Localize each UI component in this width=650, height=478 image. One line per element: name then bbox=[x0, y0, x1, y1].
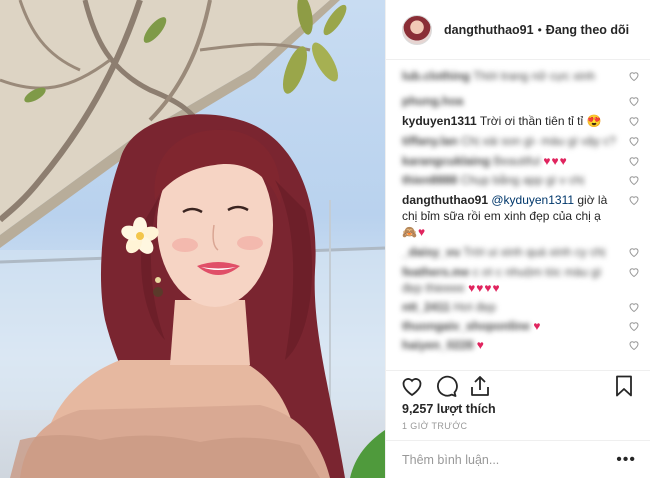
comment-body-blurred: thuongaiv_shoponline bbox=[402, 319, 530, 333]
comment-item: feathers.me c ơi c nhuộm tóc màu gì đẹp … bbox=[402, 264, 640, 296]
comment-item: karangcuklaing Beautiful ♥♥♥ bbox=[402, 153, 640, 169]
small-heart-icon[interactable] bbox=[628, 266, 640, 278]
comment-username[interactable]: kyduyen1311 bbox=[402, 114, 477, 128]
comment-emoji: ♥ bbox=[533, 319, 542, 333]
comment-mention[interactable]: @kyduyen1311 bbox=[491, 193, 574, 207]
comment-body-blurred: haiyen_0228 bbox=[402, 338, 474, 352]
comment-body-blurred: feathers.me c ơi c nhuộm tóc màu gì đẹp … bbox=[402, 265, 602, 295]
comment-body-blurred: tiffany.lan Chị xài son gì- màu gì vậy c… bbox=[402, 134, 616, 148]
comment-emoji: ♥ bbox=[476, 338, 485, 352]
heart-outline-icon[interactable] bbox=[400, 374, 424, 398]
comment-item: kyduyen1311 Trời ơi thần tiên tỉ tỉ 😍 bbox=[402, 113, 640, 129]
comment-emoji: ♥♥♥♥ bbox=[468, 281, 501, 295]
comment-item: thuongaiv_shoponline ♥ bbox=[402, 318, 640, 334]
comment-item: ntt_2411 Hơi đẹp bbox=[402, 299, 640, 315]
post-side-panel: dangthuthao91 • Đang theo dõi lub.clothi… bbox=[385, 0, 650, 478]
comment-text: Trời ơi thần tiên tỉ tỉ bbox=[479, 114, 584, 128]
post-photo[interactable] bbox=[0, 0, 385, 478]
likes-count[interactable]: 9,257 lượt thích bbox=[402, 402, 496, 416]
small-heart-icon[interactable] bbox=[628, 135, 640, 147]
comment-emoji: ♥♥♥ bbox=[543, 154, 568, 168]
header-separator: • bbox=[537, 22, 542, 37]
header-username[interactable]: dangthuthao91 bbox=[444, 23, 534, 37]
small-heart-icon[interactable] bbox=[628, 115, 640, 127]
share-upload-icon[interactable] bbox=[468, 374, 492, 398]
comment-body-blurred: phung.hoa bbox=[402, 94, 464, 108]
small-heart-icon[interactable] bbox=[628, 155, 640, 167]
follow-status-button[interactable]: Đang theo dõi bbox=[546, 23, 629, 37]
small-heart-icon[interactable] bbox=[628, 70, 640, 82]
comment-body-blurred: thien8888 Chụp bằng app gì v chị bbox=[402, 173, 585, 187]
small-heart-icon[interactable] bbox=[628, 174, 640, 186]
speech-bubble-icon[interactable] bbox=[434, 374, 458, 398]
comment-list[interactable]: lub.clothing Thời trang nữ cực xinh phun… bbox=[386, 62, 650, 367]
post-timestamp[interactable]: 1 GIỜ TRƯỚC bbox=[402, 421, 467, 431]
post-header: dangthuthao91 • Đang theo dõi bbox=[386, 0, 650, 60]
comment-emoji: 🙈♥ bbox=[402, 225, 427, 239]
add-comment-bar: ••• bbox=[386, 440, 650, 478]
comment-body-blurred: ntt_2411 Hơi đẹp bbox=[402, 300, 496, 314]
comment-item: thien8888 Chụp bằng app gì v chị bbox=[402, 172, 640, 188]
more-options-icon[interactable]: ••• bbox=[616, 451, 636, 469]
comment-item: haiyen_0228 ♥ bbox=[402, 337, 640, 353]
small-heart-icon[interactable] bbox=[628, 194, 640, 206]
comment-body-blurred: karangcuklaing Beautiful bbox=[402, 154, 541, 168]
small-heart-icon[interactable] bbox=[628, 246, 640, 258]
photo-illustration bbox=[0, 0, 385, 478]
comment-item: phung.hoa bbox=[402, 93, 640, 109]
comment-item: tiffany.lan Chị xài son gì- màu gì vậy c… bbox=[402, 133, 640, 149]
post-actions-bar bbox=[386, 370, 650, 400]
bookmark-icon[interactable] bbox=[612, 374, 636, 398]
small-heart-icon[interactable] bbox=[628, 320, 640, 332]
comment-item: lub.clothing Thời trang nữ cực xinh bbox=[402, 68, 640, 84]
comment-body-blurred: lub.clothing Thời trang nữ cực xinh bbox=[402, 69, 596, 83]
comment-input[interactable] bbox=[402, 452, 617, 467]
small-heart-icon[interactable] bbox=[628, 95, 640, 107]
small-heart-icon[interactable] bbox=[628, 339, 640, 351]
avatar[interactable] bbox=[402, 14, 432, 45]
comment-emoji: 😍 bbox=[586, 114, 602, 128]
small-heart-icon[interactable] bbox=[628, 301, 640, 313]
comment-username[interactable]: dangthuthao91 bbox=[402, 193, 488, 207]
comment-body-blurred: _daisy_vu Trời ui xinh quá xinh cy chị bbox=[402, 245, 606, 259]
comment-item: _daisy_vu Trời ui xinh quá xinh cy chị bbox=[402, 244, 640, 260]
comment-item: dangthuthao91 @kyduyen1311 giờ là chị bỉ… bbox=[402, 192, 640, 240]
